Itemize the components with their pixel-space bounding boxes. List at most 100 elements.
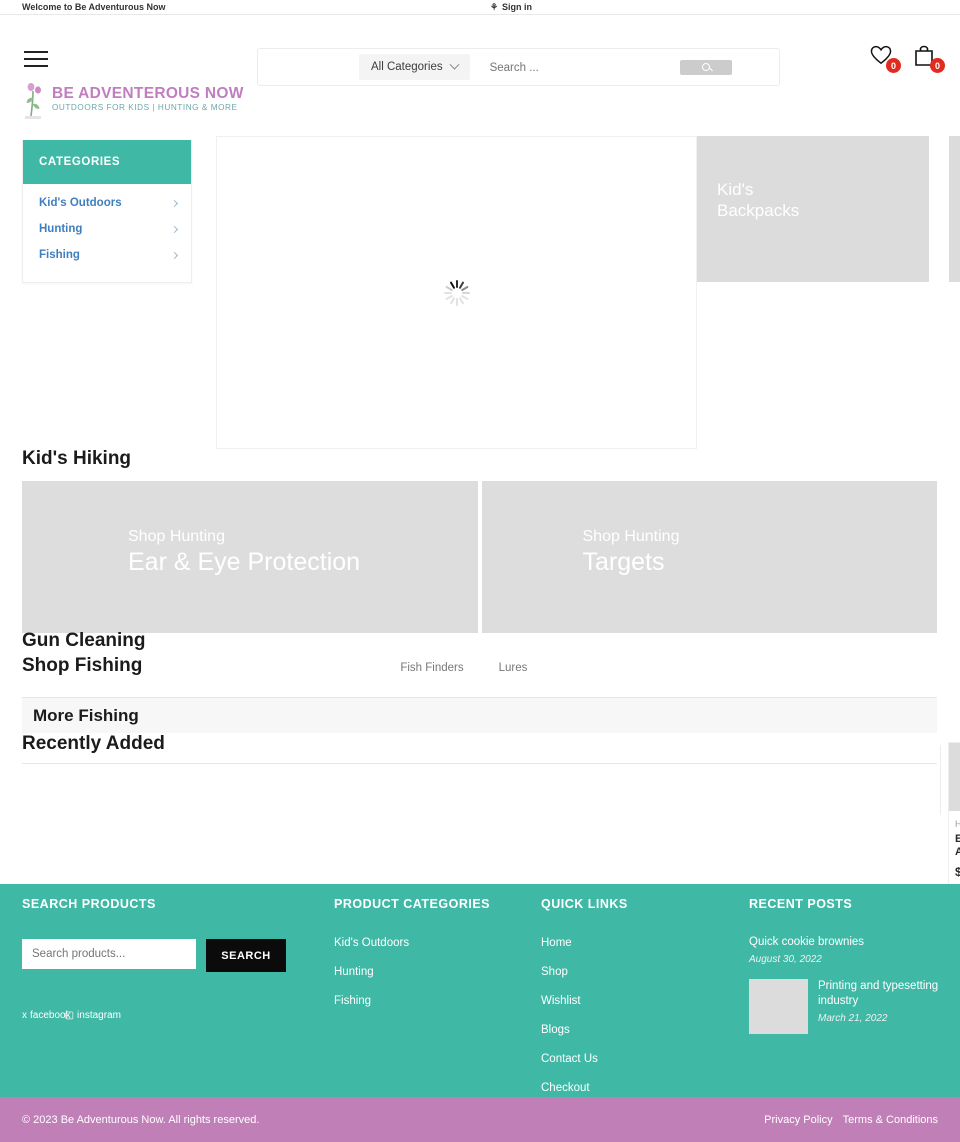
fishing-tabs: Fish Finders Lures [400,662,527,674]
sidebar-item-kids-outdoors[interactable]: Kid's Outdoors [23,190,191,216]
tab-lures[interactable]: Lures [499,662,528,674]
hamburger-bar [24,51,48,53]
recent-post-title: Quick cookie brownies [749,936,865,948]
promo-line-2: Backpacks [717,201,800,220]
product-name: Elk Antler [949,829,960,859]
footer-link-fishing[interactable]: Fishing [334,995,524,1007]
recent-post-body: Printing and typesetting industry March … [818,979,949,1034]
footer-quick-links-column: QUICK LINKS Home Shop Wishlist Blogs Con… [541,897,731,1094]
product-thumbnail [949,743,960,811]
sign-in-link[interactable]: ⚘ Sign in [490,2,532,12]
recent-post-item[interactable]: Printing and typesetting industry March … [749,979,949,1034]
section-title-shop-fishing: Shop Fishing [22,655,143,676]
hamburger-bar [24,65,48,67]
recent-post-date: March 21, 2022 [818,1013,888,1024]
promo-card-kids-tools[interactable]: Kid's Tools [949,136,960,282]
legal-links: Privacy Policy Terms & Conditions [764,1114,938,1126]
banner-ear-eye-protection[interactable]: Shop Hunting Ear & Eye Protection [22,481,478,633]
banner-text: Shop Hunting Targets [583,528,680,578]
loading-spinner-icon [443,279,470,306]
product-name-line-1: Elk [955,833,960,845]
categories-title: CATEGORIES [23,140,191,184]
category-select[interactable]: All Categories [359,54,470,80]
footer-link-hunting[interactable]: Hunting [334,966,524,978]
footer-link-home[interactable]: Home [541,937,731,949]
section-title-gun-cleaning: Gun Cleaning [22,630,146,651]
footer-search-row: SEARCH [22,939,312,972]
sidebar-item-label: Fishing [39,249,80,261]
footer-link-checkout[interactable]: Checkout [541,1082,731,1094]
facebook-icon: x [22,1010,27,1021]
recent-post-title: Printing and typesetting industry [818,980,939,1007]
recent-post-item[interactable]: Quick cookie brownies August 30, 2022 [749,935,949,965]
hero-row: CATEGORIES Kid's Outdoors Hunting Fishin… [0,136,960,449]
logo-tagline: OUTDOORS FOR KIDS | HUNTING & MORE [52,103,238,112]
categories-list: Kid's Outdoors Hunting Fishing [23,184,191,282]
footer-link-blogs[interactable]: Blogs [541,1024,731,1036]
site-footer: SEARCH PRODUCTS SEARCH x facebook ▢ inst… [0,884,960,1097]
hamburger-menu-icon[interactable] [24,51,48,69]
categories-column: CATEGORIES Kid's Outdoors Hunting Fishin… [0,136,216,449]
footer-heading-recent-posts: RECENT POSTS [749,897,853,911]
shop-fishing-section: Shop Fishing Fish Finders Lures [0,655,960,677]
social-link-facebook[interactable]: x facebook [22,1010,71,1021]
sidebar-item-label: Hunting [39,223,83,235]
flower-logo-icon [25,83,41,119]
promo-card-kids-backpacks[interactable]: Kid's Backpacks [697,136,929,282]
logo-text: BE ADVENTEROUS NOW OUTDOORS FOR KIDS | H… [52,86,244,114]
search-input[interactable] [487,61,618,75]
category-select-label: All Categories [371,61,443,73]
chevron-down-icon [449,59,460,70]
footer-search-button[interactable]: SEARCH [206,939,286,972]
site-header: All Categories 0 0 [0,15,960,86]
footer-bottom-bar: © 2023 Be Adventurous Now. All rights re… [0,1097,960,1142]
footer-search-column: SEARCH PRODUCTS SEARCH x facebook ▢ inst… [22,897,312,1021]
instagram-icon: ▢ [64,1010,75,1021]
banner-targets[interactable]: Shop Hunting Targets [481,481,937,633]
hunting-banner-row: Shop Hunting Ear & Eye Protection Shop H… [22,481,937,633]
site-logo[interactable]: BE ADVENTEROUS NOW OUTDOORS FOR KIDS | H… [22,80,244,120]
wishlist-count-badge: 0 [886,58,901,73]
sidebar-item-label: Kid's Outdoors [39,197,122,209]
social-link-instagram[interactable]: ▢ instagram [65,1010,121,1021]
promo-column: Kid's Backpacks Kid's Tools [697,136,960,449]
search-input-wrap [470,58,680,76]
section-title-more-fishing: More Fishing [33,705,139,725]
recent-post-thumbnail [749,979,808,1034]
copyright-text: © 2023 Be Adventurous Now. All rights re… [22,1113,260,1126]
section-title-recently-added: Recently Added [22,733,165,754]
hero-slider[interactable] [216,136,697,449]
hamburger-bar [24,58,48,60]
footer-product-categories-column: PRODUCT CATEGORIES Kid's Outdoors Huntin… [334,897,524,1007]
terms-conditions-link[interactable]: Terms & Conditions [843,1114,938,1126]
cart-button[interactable]: 0 [914,45,945,73]
product-list-divider [940,745,941,815]
product-card[interactable]: Hunting Elk Antler $ [948,742,960,890]
footer-link-shop[interactable]: Shop [541,966,731,978]
sidebar-item-fishing[interactable]: Fishing [23,242,191,268]
chevron-right-icon [170,225,179,233]
sidebar-item-hunting[interactable]: Hunting [23,216,191,242]
recent-post-date: August 30, 2022 [749,954,822,965]
promo-line-1: Kid's [717,180,754,199]
footer-heading-search-products: SEARCH PRODUCTS [22,897,156,911]
magnifier-icon [702,63,710,71]
footer-search-input[interactable] [22,939,196,969]
cart-count-badge: 0 [930,58,945,73]
footer-social-links: x facebook ▢ instagram [22,1010,312,1021]
top-bar: Welcome to Be Adventurous Now ⚘ Sign in [0,0,960,15]
search-submit-button[interactable] [680,59,732,75]
chevron-right-icon [170,199,179,207]
footer-link-wishlist[interactable]: Wishlist [541,995,731,1007]
footer-link-kids-outdoors[interactable]: Kid's Outdoors [334,937,524,949]
tab-fish-finders[interactable]: Fish Finders [400,662,463,674]
promo-card-text: Kid's Backpacks [717,179,799,221]
privacy-policy-link[interactable]: Privacy Policy [764,1114,832,1126]
footer-heading-product-categories: PRODUCT CATEGORIES [334,897,490,911]
banner-subtitle: Shop Hunting [582,528,680,545]
footer-heading-quick-links: QUICK LINKS [541,897,628,911]
footer-link-contact-us[interactable]: Contact Us [541,1053,731,1065]
wishlist-button[interactable]: 0 [870,45,901,73]
user-circle-icon: ⚘ [490,1,499,12]
header-icons: 0 0 [870,45,945,73]
